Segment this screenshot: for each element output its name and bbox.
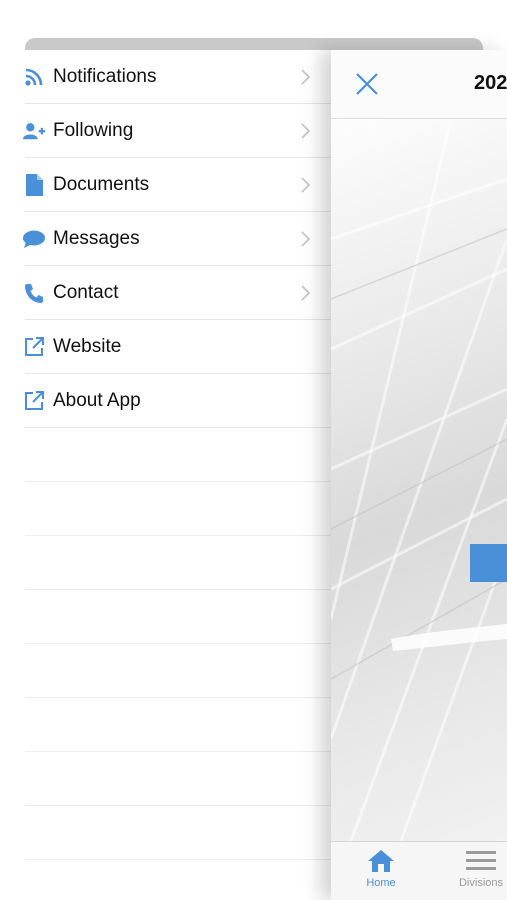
tab-label: Divisions	[458, 877, 503, 889]
tab-divisions[interactable]: Divisions	[451, 848, 507, 900]
tab-label: Home	[366, 877, 396, 889]
add-user-icon	[22, 119, 46, 143]
menu-item-following[interactable]: Following	[0, 104, 331, 158]
tab-home[interactable]: Home	[351, 848, 411, 900]
menu-item-label: Contact	[53, 282, 119, 303]
external-link-icon	[22, 389, 46, 413]
menu-item-about-app[interactable]: About App	[0, 374, 331, 428]
document-icon	[22, 173, 46, 197]
chevron-right-icon	[299, 173, 313, 197]
empty-row-divider	[25, 751, 331, 752]
tab-bar: Home Divisions	[331, 841, 507, 900]
divider	[25, 427, 331, 428]
menu-lines-icon	[466, 848, 496, 874]
empty-row-divider	[25, 643, 331, 644]
chat-bubble-icon	[22, 227, 46, 251]
hero-image	[331, 119, 507, 841]
empty-row-divider	[25, 481, 331, 482]
close-icon[interactable]	[353, 70, 381, 98]
menu-item-website[interactable]: Website	[0, 320, 331, 374]
empty-row-divider	[25, 697, 331, 698]
empty-row-divider	[25, 589, 331, 590]
main-panel[interactable]: 202 Home Divisions	[331, 50, 507, 900]
menu-item-label: Website	[53, 336, 122, 357]
menu-item-label: Documents	[53, 174, 150, 195]
side-menu: Notifications Following Documents Messag…	[0, 50, 331, 900]
chevron-right-icon	[299, 281, 313, 305]
menu-item-label: Messages	[53, 228, 140, 249]
menu-item-label: Following	[53, 120, 134, 141]
menu-item-label: About App	[53, 390, 141, 411]
empty-row-divider	[25, 859, 331, 860]
menu-item-label: Notifications	[53, 66, 157, 87]
panel-header: 202	[331, 50, 507, 119]
hero-button[interactable]	[470, 544, 507, 582]
menu-item-documents[interactable]: Documents	[0, 158, 331, 212]
menu-item-messages[interactable]: Messages	[0, 212, 331, 266]
chevron-right-icon	[299, 65, 313, 89]
chevron-right-icon	[299, 119, 313, 143]
external-link-icon	[22, 335, 46, 359]
home-icon	[366, 848, 396, 874]
empty-row-divider	[25, 805, 331, 806]
page-title: 202	[474, 72, 507, 94]
empty-row-divider	[25, 535, 331, 536]
chevron-right-icon	[299, 227, 313, 251]
menu-item-notifications[interactable]: Notifications	[0, 50, 331, 104]
rss-icon	[22, 65, 46, 89]
menu-item-contact[interactable]: Contact	[0, 266, 331, 320]
phone-icon	[22, 281, 46, 305]
